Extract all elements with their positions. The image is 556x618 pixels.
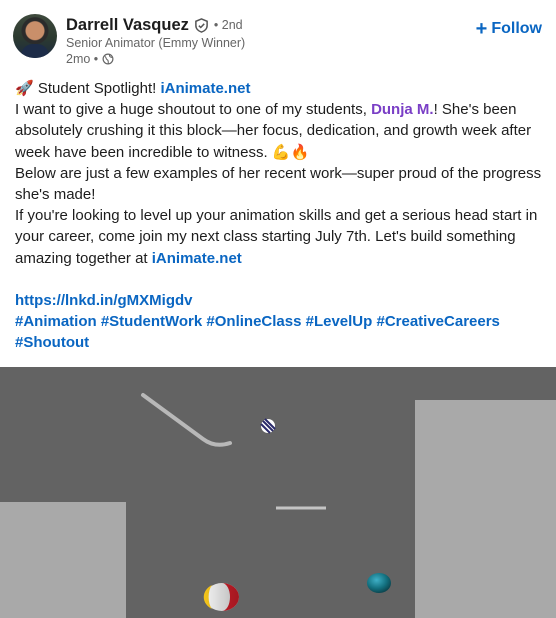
author-name[interactable]: Darrell Vasquez (66, 16, 189, 35)
post-meta: 2mo • (66, 52, 114, 66)
hashtags[interactable]: #Animation #StudentWork #OnlineClass #Le… (15, 311, 545, 353)
fire-emoji: 🔥 (290, 143, 310, 161)
post-header: Darrell Vasquez • 2nd Senior Animator (E… (0, 0, 556, 72)
post-body: 🚀 Student Spotlight! iAnimate.net I want… (15, 78, 545, 353)
ianimate-link-2[interactable]: iAnimate.net (152, 250, 242, 267)
short-link[interactable]: https://lnkd.in/gMXMigdv (15, 290, 545, 311)
curved-ramp (141, 393, 232, 447)
post-line-1: 🚀 Student Spotlight! iAnimate.net (15, 78, 545, 99)
teal-ball (367, 573, 391, 593)
spotlight-text: Student Spotlight! (37, 80, 161, 97)
rocket-emoji: 🚀 (15, 80, 34, 97)
right-block (415, 400, 556, 618)
author-headline: Senior Animator (Emmy Winner) (66, 36, 246, 50)
post-paragraph-3: If you're looking to level up your anima… (15, 205, 545, 269)
author-name-row: Darrell Vasquez • 2nd (66, 14, 243, 36)
para1-prefix: I want to give a huge shoutout to one of… (15, 101, 372, 119)
follow-button[interactable]: + Follow (475, 18, 542, 40)
ianimate-link-1[interactable]: iAnimate.net (160, 80, 250, 97)
plus-icon: + (475, 18, 488, 40)
flexed-biceps-emoji: 💪 (271, 143, 291, 161)
follow-label: Follow (491, 20, 542, 37)
post-time: 2mo • (66, 52, 99, 66)
striped-ball (260, 418, 276, 434)
animation-preview[interactable] (0, 367, 556, 618)
avatar[interactable] (13, 14, 57, 58)
connection-degree: • 2nd (213, 18, 243, 32)
beach-ball (203, 583, 239, 611)
shield-check-icon (194, 17, 209, 33)
para3-text: If you're looking to level up your anima… (15, 207, 538, 267)
left-block (0, 502, 126, 618)
post-paragraph-1: I want to give a huge shoutout to one of… (15, 99, 545, 163)
post-paragraph-2: Below are just a few examples of her rec… (15, 164, 542, 204)
globe-icon (102, 53, 114, 65)
mention-dunja[interactable]: Dunja M. (371, 101, 434, 118)
